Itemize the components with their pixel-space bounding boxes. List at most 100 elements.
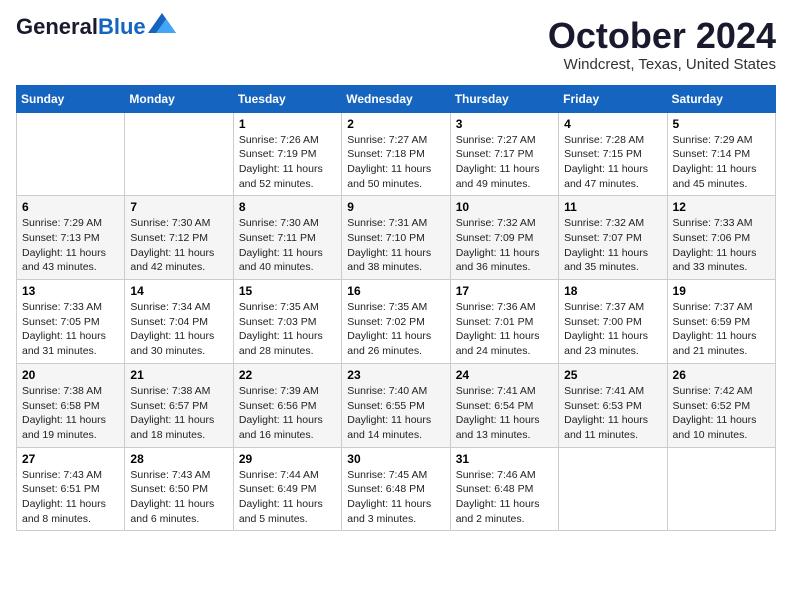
calendar-cell: 23 Sunrise: 7:40 AMSunset: 6:55 PMDayligh… xyxy=(342,363,450,447)
day-number: 7 xyxy=(130,200,227,214)
day-number: 15 xyxy=(239,284,336,298)
calendar-cell: 27 Sunrise: 7:43 AMSunset: 6:51 PMDayligh… xyxy=(17,447,125,531)
day-number: 23 xyxy=(347,368,444,382)
title-section: October 2024 Windcrest, Texas, United St… xyxy=(548,16,776,73)
day-number: 10 xyxy=(456,200,553,214)
day-number: 16 xyxy=(347,284,444,298)
calendar-cell: 15 Sunrise: 7:35 AMSunset: 7:03 PMDayligh… xyxy=(233,280,341,364)
location: Windcrest, Texas, United States xyxy=(548,56,776,73)
calendar-cell: 13 Sunrise: 7:33 AMSunset: 7:05 PMDayligh… xyxy=(17,280,125,364)
calendar-cell: 14 Sunrise: 7:34 AMSunset: 7:04 PMDayligh… xyxy=(125,280,233,364)
weekday-header: Wednesday xyxy=(342,85,450,112)
calendar-table: SundayMondayTuesdayWednesdayThursdayFrid… xyxy=(16,85,776,532)
day-info: Sunrise: 7:35 AMSunset: 7:03 PMDaylight:… xyxy=(239,300,336,359)
logo-text: GeneralBlue xyxy=(16,16,146,38)
day-info: Sunrise: 7:41 AMSunset: 6:53 PMDaylight:… xyxy=(564,384,661,443)
day-number: 2 xyxy=(347,117,444,131)
day-number: 27 xyxy=(22,452,119,466)
day-info: Sunrise: 7:32 AMSunset: 7:07 PMDaylight:… xyxy=(564,216,661,275)
day-info: Sunrise: 7:37 AMSunset: 7:00 PMDaylight:… xyxy=(564,300,661,359)
calendar-cell: 31 Sunrise: 7:46 AMSunset: 6:48 PMDayligh… xyxy=(450,447,558,531)
day-info: Sunrise: 7:45 AMSunset: 6:48 PMDaylight:… xyxy=(347,468,444,527)
weekday-header: Friday xyxy=(559,85,667,112)
day-info: Sunrise: 7:27 AMSunset: 7:17 PMDaylight:… xyxy=(456,133,553,192)
day-info: Sunrise: 7:38 AMSunset: 6:57 PMDaylight:… xyxy=(130,384,227,443)
day-info: Sunrise: 7:30 AMSunset: 7:12 PMDaylight:… xyxy=(130,216,227,275)
logo: GeneralBlue xyxy=(16,16,176,38)
day-info: Sunrise: 7:43 AMSunset: 6:50 PMDaylight:… xyxy=(130,468,227,527)
weekday-header: Tuesday xyxy=(233,85,341,112)
day-number: 6 xyxy=(22,200,119,214)
day-info: Sunrise: 7:42 AMSunset: 6:52 PMDaylight:… xyxy=(673,384,770,443)
calendar-cell: 1 Sunrise: 7:26 AMSunset: 7:19 PMDaylight… xyxy=(233,112,341,196)
calendar-cell xyxy=(17,112,125,196)
day-info: Sunrise: 7:32 AMSunset: 7:09 PMDaylight:… xyxy=(456,216,553,275)
calendar-cell: 21 Sunrise: 7:38 AMSunset: 6:57 PMDayligh… xyxy=(125,363,233,447)
calendar-cell: 19 Sunrise: 7:37 AMSunset: 6:59 PMDayligh… xyxy=(667,280,775,364)
day-info: Sunrise: 7:29 AMSunset: 7:14 PMDaylight:… xyxy=(673,133,770,192)
day-info: Sunrise: 7:40 AMSunset: 6:55 PMDaylight:… xyxy=(347,384,444,443)
day-number: 3 xyxy=(456,117,553,131)
page-header: GeneralBlue October 2024 Windcrest, Texa… xyxy=(16,16,776,73)
calendar-cell: 7 Sunrise: 7:30 AMSunset: 7:12 PMDaylight… xyxy=(125,196,233,280)
calendar-cell: 10 Sunrise: 7:32 AMSunset: 7:09 PMDayligh… xyxy=(450,196,558,280)
day-info: Sunrise: 7:34 AMSunset: 7:04 PMDaylight:… xyxy=(130,300,227,359)
day-number: 8 xyxy=(239,200,336,214)
day-number: 24 xyxy=(456,368,553,382)
calendar-cell: 11 Sunrise: 7:32 AMSunset: 7:07 PMDayligh… xyxy=(559,196,667,280)
calendar-cell: 3 Sunrise: 7:27 AMSunset: 7:17 PMDaylight… xyxy=(450,112,558,196)
month-title: October 2024 xyxy=(548,16,776,56)
day-number: 21 xyxy=(130,368,227,382)
day-info: Sunrise: 7:46 AMSunset: 6:48 PMDaylight:… xyxy=(456,468,553,527)
day-number: 30 xyxy=(347,452,444,466)
day-info: Sunrise: 7:29 AMSunset: 7:13 PMDaylight:… xyxy=(22,216,119,275)
weekday-header: Saturday xyxy=(667,85,775,112)
day-number: 25 xyxy=(564,368,661,382)
calendar-cell: 12 Sunrise: 7:33 AMSunset: 7:06 PMDayligh… xyxy=(667,196,775,280)
day-info: Sunrise: 7:27 AMSunset: 7:18 PMDaylight:… xyxy=(347,133,444,192)
weekday-header: Monday xyxy=(125,85,233,112)
calendar-cell: 17Sunrise: 7:36 AMSunset: 7:01 PMDayligh… xyxy=(450,280,558,364)
day-number: 5 xyxy=(673,117,770,131)
day-info: Sunrise: 7:30 AMSunset: 7:11 PMDaylight:… xyxy=(239,216,336,275)
calendar-cell: 4Sunrise: 7:28 AMSunset: 7:15 PMDaylight… xyxy=(559,112,667,196)
day-number: 20 xyxy=(22,368,119,382)
day-number: 9 xyxy=(347,200,444,214)
calendar-cell: 20 Sunrise: 7:38 AMSunset: 6:58 PMDayligh… xyxy=(17,363,125,447)
day-info: Sunrise: 7:37 AMSunset: 6:59 PMDaylight:… xyxy=(673,300,770,359)
calendar-cell: 22 Sunrise: 7:39 AMSunset: 6:56 PMDayligh… xyxy=(233,363,341,447)
day-info: Sunrise: 7:39 AMSunset: 6:56 PMDaylight:… xyxy=(239,384,336,443)
calendar-cell xyxy=(667,447,775,531)
logo-icon xyxy=(148,13,176,33)
weekday-header: Sunday xyxy=(17,85,125,112)
calendar-cell: 26 Sunrise: 7:42 AMSunset: 6:52 PMDayligh… xyxy=(667,363,775,447)
calendar-cell: 5 Sunrise: 7:29 AMSunset: 7:14 PMDaylight… xyxy=(667,112,775,196)
calendar-cell xyxy=(559,447,667,531)
day-info: Sunrise: 7:33 AMSunset: 7:05 PMDaylight:… xyxy=(22,300,119,359)
calendar-cell: 29Sunrise: 7:44 AMSunset: 6:49 PMDayligh… xyxy=(233,447,341,531)
day-number: 13 xyxy=(22,284,119,298)
day-info: Sunrise: 7:28 AMSunset: 7:15 PMDaylight:… xyxy=(564,133,661,192)
day-number: 19 xyxy=(673,284,770,298)
calendar-cell: 16Sunrise: 7:35 AMSunset: 7:02 PMDayligh… xyxy=(342,280,450,364)
day-info: Sunrise: 7:26 AMSunset: 7:19 PMDaylight:… xyxy=(239,133,336,192)
day-info: Sunrise: 7:43 AMSunset: 6:51 PMDaylight:… xyxy=(22,468,119,527)
day-number: 26 xyxy=(673,368,770,382)
calendar-cell: 2 Sunrise: 7:27 AMSunset: 7:18 PMDaylight… xyxy=(342,112,450,196)
day-info: Sunrise: 7:31 AMSunset: 7:10 PMDaylight:… xyxy=(347,216,444,275)
calendar-cell xyxy=(125,112,233,196)
calendar-cell: 30 Sunrise: 7:45 AMSunset: 6:48 PMDayligh… xyxy=(342,447,450,531)
day-info: Sunrise: 7:36 AMSunset: 7:01 PMDaylight:… xyxy=(456,300,553,359)
day-number: 11 xyxy=(564,200,661,214)
day-number: 14 xyxy=(130,284,227,298)
day-number: 12 xyxy=(673,200,770,214)
calendar-cell: 8 Sunrise: 7:30 AMSunset: 7:11 PMDaylight… xyxy=(233,196,341,280)
day-info: Sunrise: 7:41 AMSunset: 6:54 PMDaylight:… xyxy=(456,384,553,443)
day-number: 29 xyxy=(239,452,336,466)
day-info: Sunrise: 7:33 AMSunset: 7:06 PMDaylight:… xyxy=(673,216,770,275)
day-number: 22 xyxy=(239,368,336,382)
day-number: 31 xyxy=(456,452,553,466)
day-info: Sunrise: 7:38 AMSunset: 6:58 PMDaylight:… xyxy=(22,384,119,443)
day-number: 1 xyxy=(239,117,336,131)
calendar-cell: 18Sunrise: 7:37 AMSunset: 7:00 PMDayligh… xyxy=(559,280,667,364)
